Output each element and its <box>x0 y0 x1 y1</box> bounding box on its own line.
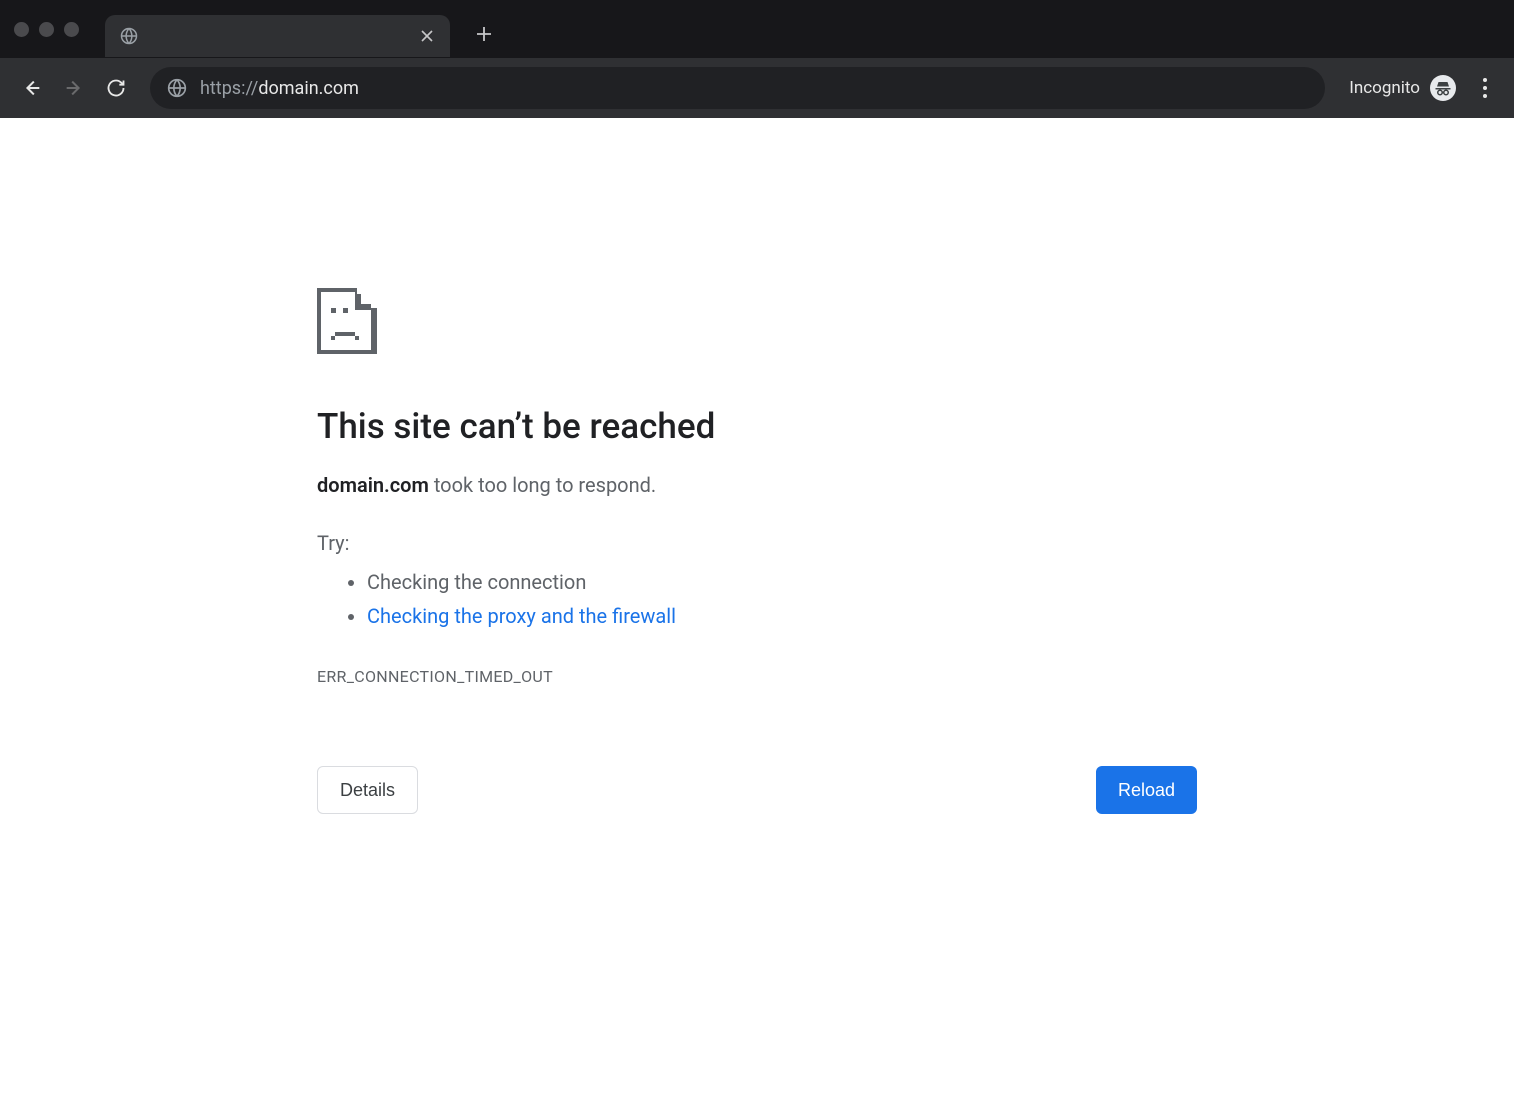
forward-button[interactable] <box>56 70 92 106</box>
details-button-label: Details <box>340 780 395 801</box>
reload-page-button[interactable]: Reload <box>1096 766 1197 814</box>
reload-button[interactable] <box>98 70 134 106</box>
error-message-tail: took too long to respond. <box>429 473 656 497</box>
back-button[interactable] <box>14 70 50 106</box>
suggestion-item: Checking the connection <box>367 565 1197 599</box>
site-info-icon[interactable] <box>166 77 188 99</box>
suggestion-item: Checking the proxy and the firewall <box>367 599 1197 633</box>
error-code: ERR_CONNECTION_TIMED_OUT <box>317 667 1197 686</box>
url-host: domain.com <box>258 78 359 99</box>
browser-menu-button[interactable] <box>1470 73 1500 103</box>
suggestion-link[interactable]: Checking the proxy and the firewall <box>367 604 676 628</box>
window-controls <box>14 22 79 37</box>
url-text: https://domain.com <box>200 78 359 99</box>
browser-tab[interactable] <box>105 15 450 57</box>
url-scheme: https:// <box>200 78 258 99</box>
button-row: Details Reload <box>317 766 1197 814</box>
window-close-icon[interactable] <box>14 22 29 37</box>
page-content: This site can’t be reached domain.com to… <box>0 118 1514 814</box>
error-message: domain.com took too long to respond. <box>317 473 1197 497</box>
reload-button-label: Reload <box>1118 780 1175 801</box>
window-minimize-icon[interactable] <box>39 22 54 37</box>
globe-icon <box>119 26 139 46</box>
error-host: domain.com <box>317 473 429 497</box>
suggestion-text: Checking the connection <box>367 570 586 594</box>
window-maximize-icon[interactable] <box>64 22 79 37</box>
sad-page-icon <box>317 288 1197 358</box>
browser-chrome: https://domain.com Incognito <box>0 0 1514 118</box>
details-button[interactable]: Details <box>317 766 418 814</box>
incognito-label: Incognito <box>1349 78 1420 98</box>
try-label: Try: <box>317 531 1197 555</box>
suggestion-list: Checking the connection Checking the pro… <box>317 565 1197 633</box>
tab-strip <box>0 0 1514 58</box>
address-bar[interactable]: https://domain.com <box>150 67 1325 109</box>
error-heading: This site can’t be reached <box>317 406 1197 447</box>
incognito-indicator: Incognito <box>1349 75 1456 101</box>
error-container: This site can’t be reached domain.com to… <box>317 288 1197 814</box>
new-tab-button[interactable] <box>466 16 502 52</box>
toolbar: https://domain.com Incognito <box>0 58 1514 118</box>
incognito-icon[interactable] <box>1430 75 1456 101</box>
close-tab-icon[interactable] <box>418 27 436 45</box>
